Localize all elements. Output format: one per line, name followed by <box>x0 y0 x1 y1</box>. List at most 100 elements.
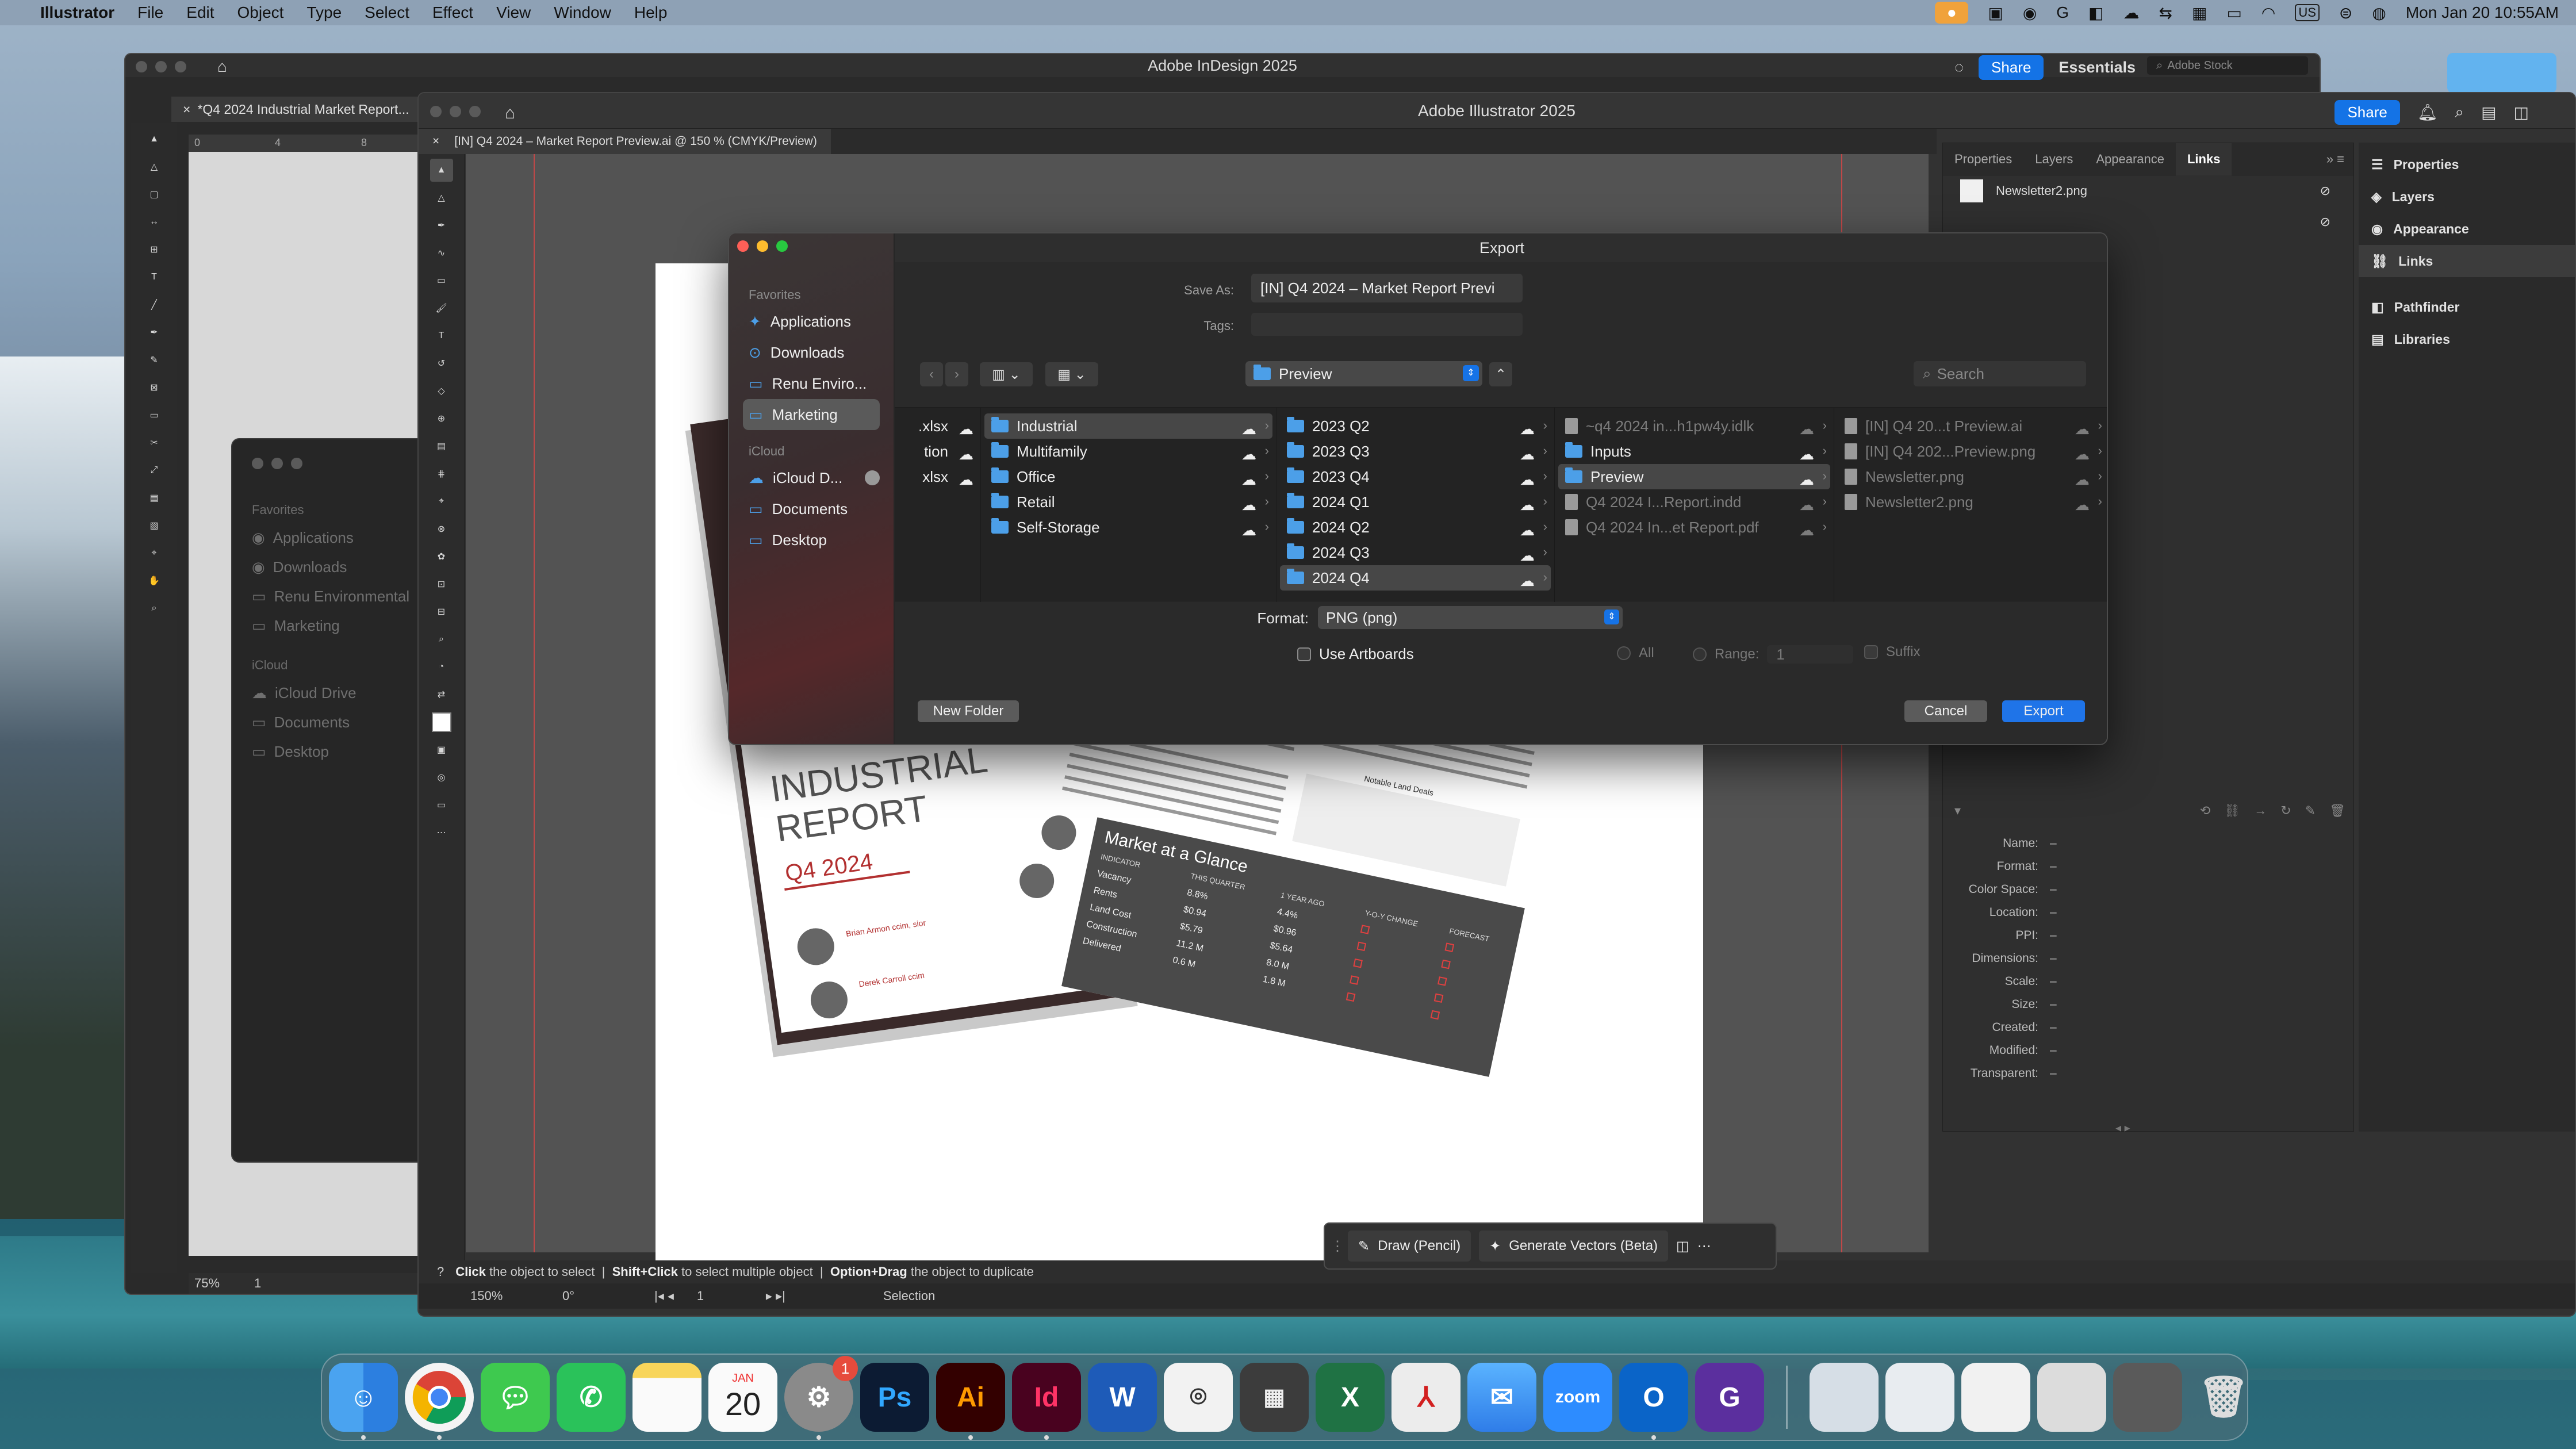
range-option[interactable]: Range: 1 <box>1693 645 1854 664</box>
sidebar-item-documents[interactable]: ▭ Documents <box>743 493 880 524</box>
finder-sidebar-item[interactable]: ▭ Marketing <box>252 617 425 635</box>
zoom-button[interactable] <box>175 61 186 72</box>
dock-indesign[interactable]: Id <box>1012 1363 1081 1440</box>
suffix-checkbox[interactable] <box>1864 645 1878 659</box>
minimize-button[interactable] <box>271 458 283 469</box>
id-hand-tool[interactable]: ✋ <box>143 569 166 592</box>
type-tool[interactable]: T <box>430 324 453 347</box>
bell-icon[interactable]: 🔔︎ <box>2417 103 2438 122</box>
swap-colors-icon[interactable]: ⇄ <box>430 683 453 706</box>
id-page-tool[interactable]: ▢ <box>143 183 166 206</box>
link-item[interactable]: Newsletter2.png ⊘ <box>1943 175 2353 206</box>
sidebar-item-icloud-drive[interactable]: ☁ iCloud D... <box>743 462 880 493</box>
hand-tool[interactable]: ◔ <box>430 656 453 678</box>
rotate-tool[interactable]: ↺ <box>430 352 453 375</box>
drag-handle-icon[interactable]: ⋮ <box>1331 1238 1344 1255</box>
file-row[interactable]: xlsx ☁ <box>898 464 977 489</box>
dock-mail[interactable]: ✉ <box>1467 1363 1536 1432</box>
tags-field[interactable] <box>1251 313 1523 336</box>
drawing-modes-icon[interactable]: ◎ <box>430 766 453 789</box>
dock-layers[interactable]: ◈ Layers <box>2359 181 2575 213</box>
menu-type[interactable]: Type <box>306 3 342 22</box>
finder-sidebar-item[interactable]: ◉ Downloads <box>252 558 425 576</box>
creative-cloud-icon[interactable]: ☁ <box>2123 3 2140 22</box>
finder-sidebar-item[interactable]: ▭ Renu Environmental <box>252 588 425 605</box>
goto-link-icon[interactable]: → <box>2254 803 2267 821</box>
zoom-status-icon[interactable]: ◉ <box>2023 3 2037 22</box>
file-row[interactable]: [IN] Q4 202...Preview.png ☁ › <box>1838 439 2106 464</box>
more-options-icon[interactable]: ⋯ <box>1697 1238 1711 1255</box>
new-folder-button[interactable]: New Folder <box>918 700 1019 722</box>
dock-links[interactable]: ⛓︎ Links <box>2359 245 2575 277</box>
folder-row[interactable]: Preview ☁ › <box>1558 464 1830 489</box>
help-icon[interactable]: ? <box>437 1264 444 1279</box>
save-as-field[interactable]: [IN] Q4 2024 – Market Report Previ <box>1251 274 1523 302</box>
grid-icon[interactable]: ▦ <box>2192 3 2207 22</box>
location-popup[interactable]: Preview ⇕ <box>1245 361 1482 386</box>
artboard-nav-icon[interactable]: |◂ ◂ <box>654 1289 674 1304</box>
folder-row[interactable]: 2023 Q3 ☁ › <box>1280 439 1551 464</box>
folder-row[interactable]: Multifamily ☁ › <box>984 439 1272 464</box>
dock-recent-window[interactable] <box>1961 1363 2030 1432</box>
collapse-button[interactable]: ⌃ <box>1489 362 1512 386</box>
file-row[interactable]: Newsletter.png ☁ › <box>1838 464 2106 489</box>
id-transform-tool[interactable]: ⤢ <box>143 459 166 482</box>
file-row[interactable]: Q4 2024 I...Report.indd ☁ › <box>1558 489 1830 515</box>
sidebar-item-renu[interactable]: ▭ Renu Enviro... <box>743 368 880 399</box>
rotate-view[interactable]: 0° <box>562 1289 631 1304</box>
range-field[interactable]: 1 <box>1767 645 1854 664</box>
menu-view[interactable]: View <box>496 3 531 22</box>
finder-sidebar-item[interactable]: ▭ Desktop <box>252 743 425 761</box>
sidebar-item-marketing[interactable]: ▭ Marketing <box>743 399 880 430</box>
more-tools-icon[interactable]: ⋯ <box>430 821 453 844</box>
close-button[interactable] <box>737 240 749 252</box>
home-icon[interactable]: ⌂ <box>505 103 524 122</box>
export-button[interactable]: Export <box>2002 700 2085 722</box>
artboard-tool[interactable]: ⊡ <box>430 573 453 596</box>
menubar-clock[interactable]: Mon Jan 20 10:55AM <box>2406 3 2559 22</box>
lightbulb-icon[interactable]: ◌ <box>1954 59 1964 76</box>
close-button[interactable] <box>136 61 147 72</box>
dock-messages[interactable]: 💬︎ <box>481 1363 550 1432</box>
illustrator-doc-tab[interactable]: × [IN] Q4 2024 – Market Report Preview.a… <box>419 129 831 154</box>
menu-help[interactable]: Help <box>634 3 668 22</box>
dock-gimp[interactable]: G <box>1695 1363 1764 1432</box>
folder-row[interactable]: Self-Storage ☁ › <box>984 515 1272 540</box>
rectangle-tool[interactable]: ▭ <box>430 269 453 292</box>
close-tab-icon[interactable]: × <box>432 135 439 148</box>
dock-recent-window[interactable] <box>2037 1363 2106 1432</box>
slice-tool[interactable]: ⊟ <box>430 600 453 623</box>
id-pen-tool[interactable]: ✒ <box>143 321 166 344</box>
id-scissors-tool[interactable]: ✂ <box>143 431 166 454</box>
selection-tool[interactable]: ▲ <box>430 159 453 182</box>
minimize-button[interactable] <box>155 61 167 72</box>
folder-row[interactable]: 2024 Q3 ☁ › <box>1280 540 1551 565</box>
id-type-tool[interactable]: T <box>143 266 166 289</box>
sidebar-item-desktop[interactable]: ▭ Desktop <box>743 524 880 555</box>
zoom-level[interactable]: 150% <box>470 1289 539 1304</box>
panel-toggle-icon[interactable]: ◫ <box>2514 103 2529 122</box>
file-row[interactable]: tion ☁ <box>898 439 977 464</box>
dock-calendar[interactable]: JAN 20 <box>708 1363 777 1432</box>
suffix-option[interactable]: Suffix <box>1864 644 1920 660</box>
color-mode-buttons[interactable]: ▣ <box>430 738 453 761</box>
menu-effect[interactable]: Effect <box>432 3 473 22</box>
zoom-button[interactable] <box>776 240 788 252</box>
id-rectangle-tool[interactable]: ▭ <box>143 404 166 427</box>
menu-window[interactable]: Window <box>554 3 611 22</box>
folder-row[interactable]: 2024 Q2 ☁ › <box>1280 515 1551 540</box>
desktop-folder-icon[interactable] <box>2447 53 2556 93</box>
mesh-tool[interactable]: ⋕ <box>430 462 453 485</box>
cancel-button[interactable]: Cancel <box>1904 700 1987 722</box>
dock-recent-window[interactable] <box>1885 1363 1954 1432</box>
all-option[interactable]: All <box>1617 645 1654 661</box>
view-grid-button[interactable]: ▦ ⌄ <box>1045 362 1098 386</box>
folder-row[interactable]: Retail ☁ › <box>984 489 1272 515</box>
keyboard-layout[interactable]: US <box>2295 4 2320 21</box>
artboard-next-icon[interactable]: ▸ ▸| <box>766 1289 785 1304</box>
collapse-panel-icon[interactable]: » ≡ <box>2326 152 2353 167</box>
id-selection-tool[interactable]: ▲ <box>143 128 166 151</box>
tab-layers[interactable]: Layers <box>2023 143 2084 175</box>
indesign-zoom[interactable]: 75% <box>194 1276 220 1291</box>
dock-illustrator[interactable]: Ai <box>936 1363 1005 1440</box>
